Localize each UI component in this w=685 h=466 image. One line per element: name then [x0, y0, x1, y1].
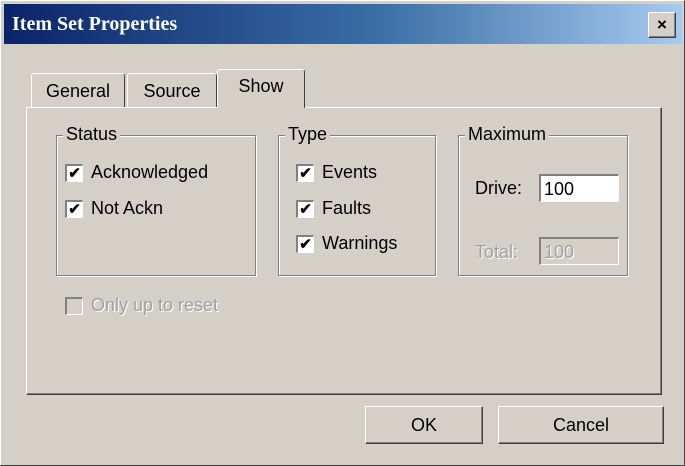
- cancel-button-label: Cancel: [552, 415, 610, 435]
- type-group-title: Type: [285, 124, 331, 145]
- events-label: Events: [322, 162, 378, 182]
- faults-label: Faults: [322, 198, 372, 218]
- close-button[interactable]: ×: [648, 12, 676, 38]
- title-bar[interactable]: Item Set Properties ×: [4, 4, 682, 44]
- acknowledged-label: Acknowledged: [91, 162, 209, 182]
- only-up-to-reset-box-icon: [65, 297, 83, 315]
- item-set-properties-dialog: Item Set Properties × General Source Sho…: [0, 0, 685, 466]
- ok-button[interactable]: OK: [365, 406, 483, 444]
- tab-general[interactable]: General: [31, 73, 125, 108]
- type-group: Type ✔ Events ✔ Faults ✔ Warnings: [278, 124, 436, 276]
- tab-source-label: Source: [143, 81, 201, 101]
- tab-source[interactable]: Source: [127, 73, 217, 108]
- not-ackn-label: Not Ackn: [91, 198, 164, 218]
- ok-button-label: OK: [410, 415, 437, 435]
- only-up-to-reset-label: Only up to reset: [91, 295, 219, 315]
- cancel-button[interactable]: Cancel: [498, 406, 664, 444]
- warnings-label: Warnings: [322, 233, 398, 253]
- total-label: Total:: [475, 242, 519, 262]
- tab-show-label: Show: [238, 76, 284, 96]
- events-checkmark-icon: ✔: [296, 164, 314, 182]
- maximum-group: Maximum Drive: 100 Total: 100: [458, 124, 628, 276]
- show-tab-panel: Status ✔ Acknowledged ✔ Not Ackn Type ✔ …: [26, 107, 662, 395]
- not-ackn-checkmark-icon: ✔: [65, 200, 83, 218]
- drive-label: Drive:: [475, 178, 523, 198]
- close-icon: ×: [657, 15, 667, 34]
- maximum-group-title: Maximum: [465, 124, 550, 145]
- faults-checkmark-icon: ✔: [296, 200, 314, 218]
- tab-show[interactable]: Show: [217, 69, 305, 108]
- status-group: Status ✔ Acknowledged ✔ Not Ackn: [56, 124, 256, 276]
- drive-input[interactable]: 100: [539, 174, 619, 202]
- acknowledged-checkmark-icon: ✔: [65, 164, 83, 182]
- tab-general-label: General: [45, 81, 111, 101]
- status-group-title: Status: [63, 124, 121, 145]
- total-input: 100: [539, 237, 619, 265]
- warnings-checkmark-icon: ✔: [296, 235, 314, 253]
- window-title: Item Set Properties: [12, 13, 178, 35]
